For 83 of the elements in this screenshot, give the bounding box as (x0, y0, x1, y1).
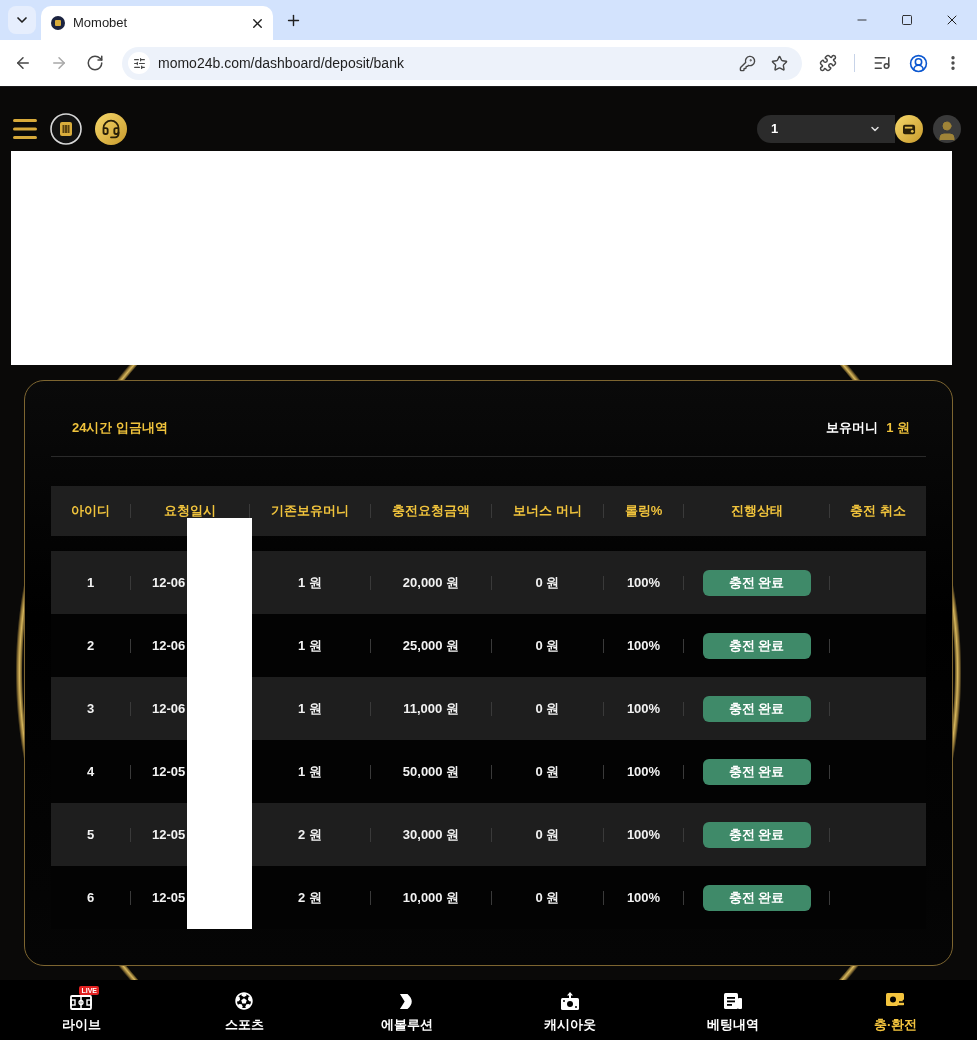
column-header: 충전요청금액 (392, 502, 470, 521)
date-cell-text: 12-06 (152, 699, 186, 718)
bonus-cell-text: 0 원 (535, 699, 560, 718)
hamburger-menu-icon[interactable] (13, 118, 37, 140)
bonus-cell-text: 0 원 (535, 636, 560, 655)
status-badge: 충전 완료 (702, 758, 811, 785)
status-badge: 충전 완료 (702, 632, 811, 659)
id-cell-text: 2 (86, 636, 95, 655)
bottom-nav-item[interactable]: 베팅내역 (651, 980, 815, 1040)
balance-label: 보유머니 (826, 419, 879, 438)
address-bar[interactable]: momo24b.com/dashboard/deposit/bank (122, 46, 802, 80)
rolling-cell-text: 100% (626, 699, 661, 718)
bonus-cell-text: 0 원 (535, 762, 560, 781)
column-header: 기존보유머니 (271, 502, 349, 521)
bottom-nav-item[interactable]: 충·환전 (814, 980, 977, 1040)
wallet-icon[interactable] (895, 115, 923, 143)
bonus-cell-text: 0 원 (535, 825, 560, 844)
star-icon[interactable] (771, 54, 788, 72)
id-cell-text: 5 (86, 825, 95, 844)
amount-cell-text: 25,000 원 (402, 636, 460, 655)
id-cell-text: 4 (86, 762, 95, 781)
balance-value: 1 원 (886, 419, 910, 438)
url-text: momo24b.com/dashboard/deposit/bank (158, 53, 405, 73)
status-badge: 충전 완료 (702, 821, 811, 848)
amount-cell-text: 30,000 원 (402, 825, 460, 844)
tab-search-button[interactable] (8, 6, 36, 34)
column-header: 보너스 머니 (513, 502, 582, 521)
status-badge: 충전 완료 (702, 695, 811, 722)
status-badge: 충전 완료 (702, 884, 811, 911)
browser-tab[interactable]: Momobet (41, 6, 273, 40)
profile-icon[interactable] (909, 53, 928, 73)
rolling-cell-text: 100% (626, 888, 661, 907)
bonus-cell-text: 0 원 (535, 573, 560, 592)
media-controls-icon[interactable] (873, 54, 891, 72)
reload-icon (86, 54, 104, 72)
extensions-icon[interactable] (819, 54, 837, 72)
column-header: 아이디 (71, 502, 110, 521)
site-settings-icon[interactable] (128, 52, 150, 74)
amount-cell-text: 10,000 원 (402, 888, 460, 907)
column-header: 충전 취소 (850, 502, 906, 521)
column-header: 롤링% (624, 502, 663, 521)
balance-select[interactable]: 1 (757, 115, 895, 143)
date-cell-text: 12-05 (152, 762, 186, 781)
date-cell-text: 12-05 (152, 888, 186, 907)
rolling-cell-text: 100% (626, 636, 661, 655)
document-icon (722, 992, 743, 1010)
headset-icon[interactable] (95, 113, 127, 145)
key-icon[interactable] (739, 54, 756, 72)
bottom-nav-item[interactable]: 에볼루션 (325, 980, 489, 1040)
id-cell-text: 3 (86, 699, 95, 718)
amount-cell-text: 50,000 원 (402, 762, 460, 781)
logo-icon[interactable] (50, 113, 82, 145)
previous-balance-cell-text: 2 원 (298, 825, 322, 844)
date-cell-text: 12-06 (152, 636, 186, 655)
status-badge: 충전 완료 (702, 569, 811, 596)
id-cell-text: 1 (86, 573, 95, 592)
amount-cell-text: 11,000 원 (403, 699, 459, 718)
avatar-icon[interactable] (933, 115, 961, 143)
previous-balance-cell-text: 1 원 (298, 699, 322, 718)
favicon-icon (51, 16, 65, 30)
date-cell-text: 12-06 (152, 573, 186, 592)
forward-arrow-icon (50, 54, 68, 72)
new-tab-icon[interactable] (285, 12, 302, 29)
bottom-nav-item[interactable]: 스포츠 (162, 980, 326, 1040)
rolling-cell-text: 100% (626, 762, 661, 781)
previous-balance-cell-text: 1 원 (298, 636, 322, 655)
tab-title: Momobet (73, 14, 129, 33)
previous-balance-cell-text: 2 원 (298, 888, 322, 907)
cash-box-icon (559, 992, 580, 1010)
column-header: 진행상태 (730, 502, 783, 521)
previous-balance-cell-text: 1 원 (298, 762, 322, 781)
maximize-icon (900, 14, 913, 26)
card-title: 24시간 입금내역 (72, 419, 169, 438)
rolling-cell-text: 100% (626, 825, 661, 844)
soccer-field-icon (70, 992, 93, 1010)
bottom-nav-item[interactable]: 캐시아웃 (488, 980, 652, 1040)
bonus-cell-text: 0 원 (535, 888, 560, 907)
rolling-cell-text: 100% (626, 573, 661, 592)
amount-cell-text: 20,000 원 (402, 573, 460, 592)
date-cell-text: 12-05 (152, 825, 186, 844)
id-cell-text: 6 (86, 888, 95, 907)
column-header: 요청일시 (164, 502, 216, 521)
previous-balance-cell-text: 1 원 (298, 573, 322, 592)
